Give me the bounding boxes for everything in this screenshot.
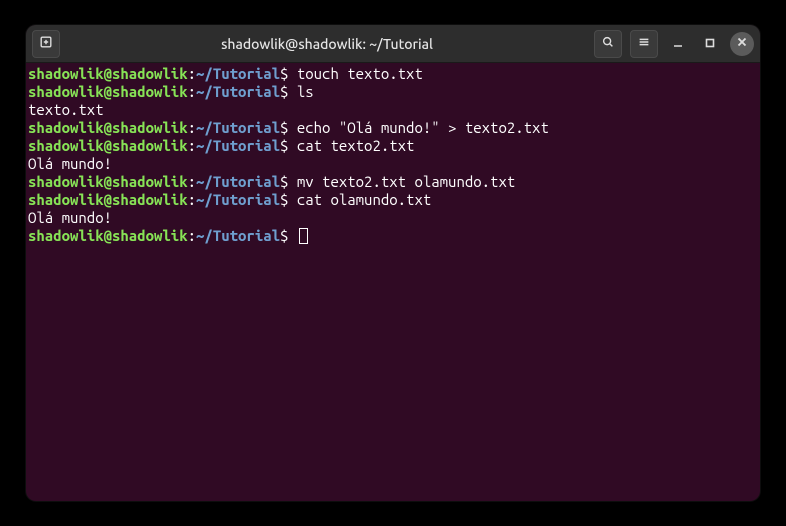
command-text: ls (288, 83, 313, 100)
prompt-user-host: shadowlik@shadowlik (28, 65, 188, 82)
command-text (288, 227, 296, 244)
prompt-path: ~/Tutorial (196, 173, 280, 190)
prompt-path: ~/Tutorial (196, 191, 280, 208)
prompt-path: ~/Tutorial (196, 227, 280, 244)
command-text: mv texto2.txt olamundo.txt (288, 173, 515, 190)
window-title: shadowlik@shadowlik: ~/Tutorial (60, 36, 594, 52)
cursor (299, 228, 308, 244)
prompt-separator: : (188, 65, 196, 82)
close-button[interactable] (730, 32, 754, 56)
prompt-line: shadowlik@shadowlik:~/Tutorial$ (28, 227, 758, 245)
prompt-path: ~/Tutorial (196, 83, 280, 100)
prompt-separator: : (188, 191, 196, 208)
output-text: Olá mundo! (28, 209, 112, 226)
command-text: echo "Olá mundo!" > texto2.txt (288, 119, 548, 136)
prompt-line: shadowlik@shadowlik:~/Tutorial$ echo "Ol… (28, 119, 758, 137)
command-text: cat texto2.txt (288, 137, 414, 154)
new-tab-icon (39, 35, 53, 53)
prompt-path: ~/Tutorial (196, 65, 280, 82)
prompt-line: shadowlik@shadowlik:~/Tutorial$ touch te… (28, 65, 758, 83)
titlebar: shadowlik@shadowlik: ~/Tutorial (26, 25, 760, 63)
output-line: Olá mundo! (28, 155, 758, 173)
menu-icon (637, 35, 651, 53)
prompt-user-host: shadowlik@shadowlik (28, 119, 188, 136)
maximize-button[interactable] (698, 32, 722, 56)
maximize-icon (704, 35, 716, 53)
command-text: cat olamundo.txt (288, 191, 431, 208)
output-line: Olá mundo! (28, 209, 758, 227)
output-text: texto.txt (28, 101, 104, 118)
output-line: texto.txt (28, 101, 758, 119)
command-text: touch texto.txt (288, 65, 422, 82)
prompt-separator: : (188, 83, 196, 100)
search-button[interactable] (594, 30, 622, 58)
prompt-separator: : (188, 227, 196, 244)
prompt-line: shadowlik@shadowlik:~/Tutorial$ cat text… (28, 137, 758, 155)
prompt-line: shadowlik@shadowlik:~/Tutorial$ ls (28, 83, 758, 101)
prompt-line: shadowlik@shadowlik:~/Tutorial$ cat olam… (28, 191, 758, 209)
prompt-path: ~/Tutorial (196, 137, 280, 154)
prompt-separator: : (188, 119, 196, 136)
close-icon (735, 35, 749, 53)
prompt-line: shadowlik@shadowlik:~/Tutorial$ mv texto… (28, 173, 758, 191)
prompt-path: ~/Tutorial (196, 119, 280, 136)
prompt-separator: : (188, 173, 196, 190)
new-tab-button[interactable] (32, 30, 60, 58)
menu-button[interactable] (630, 30, 658, 58)
prompt-separator: : (188, 137, 196, 154)
output-text: Olá mundo! (28, 155, 112, 172)
prompt-user-host: shadowlik@shadowlik (28, 191, 188, 208)
prompt-user-host: shadowlik@shadowlik (28, 83, 188, 100)
prompt-user-host: shadowlik@shadowlik (28, 137, 188, 154)
terminal-body[interactable]: shadowlik@shadowlik:~/Tutorial$ touch te… (26, 63, 760, 501)
prompt-user-host: shadowlik@shadowlik (28, 173, 188, 190)
search-icon (601, 35, 615, 53)
terminal-window: shadowlik@shadowlik: ~/Tutorial (26, 25, 760, 501)
minimize-icon (672, 35, 684, 53)
minimize-button[interactable] (666, 32, 690, 56)
prompt-user-host: shadowlik@shadowlik (28, 227, 188, 244)
